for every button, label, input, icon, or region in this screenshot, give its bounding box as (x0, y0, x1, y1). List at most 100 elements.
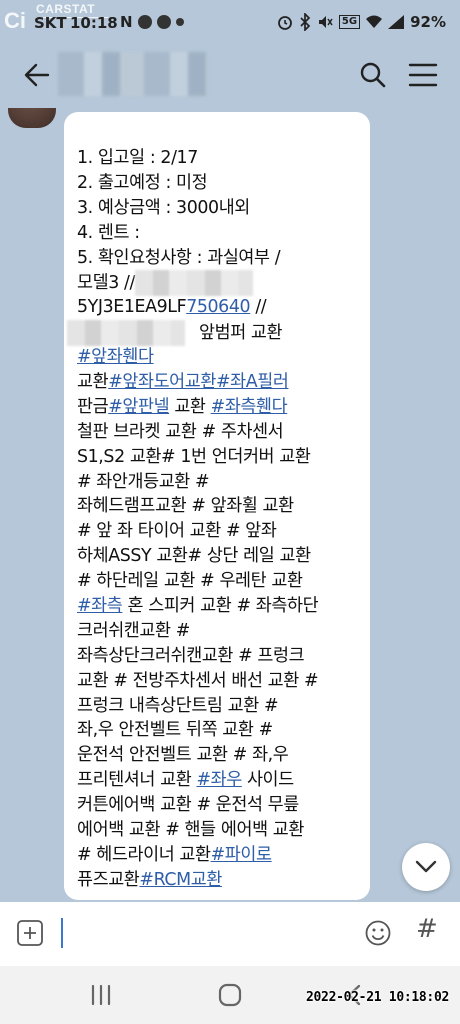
plus-icon[interactable] (16, 919, 44, 947)
search-icon[interactable] (358, 60, 388, 90)
chat-room-title-redacted (58, 52, 208, 96)
scroll-to-bottom-button[interactable] (402, 843, 450, 891)
message-text: 퓨즈교환 (77, 869, 140, 890)
message-text: 에어백 교환 # 핸들 에어백 교환 (77, 820, 305, 841)
message-line: S1,S2 교환# 1번 언더커버 교환 (77, 445, 360, 470)
message-line: 교환#앞좌도어교환#좌A필러 (77, 370, 360, 395)
number-link[interactable]: 750640 (186, 297, 250, 317)
message-text: 4. 렌트 : (77, 222, 140, 243)
more-dot-icon (176, 18, 184, 26)
message-line: 퓨즈교환#RCM교환 (77, 868, 360, 893)
hashtag-link[interactable]: #좌우 (196, 770, 242, 790)
text-caret (61, 918, 63, 948)
redacted-block (67, 320, 185, 347)
hashtag-link[interactable]: #앞좌도어교환#좌A필러 (108, 372, 289, 392)
talk-notification-icon (138, 15, 152, 29)
hashtag-link[interactable]: #좌측 (77, 596, 123, 616)
navigation-bar: 2022-02-21 10:18:02 (0, 966, 460, 1024)
message-line: 2. 출고예정 : 미정 (77, 171, 360, 196)
mute-icon (318, 16, 333, 28)
message-text: 1. 입고일 : 2/17 (77, 148, 198, 168)
hashtag-link[interactable]: #앞판넬 (108, 397, 169, 417)
message-text: 사이드 (241, 770, 294, 791)
message-line: 커튼에어백 교환 # 운전석 무릎 (77, 793, 360, 818)
message-text: 크러쉬캔교환 # (77, 620, 190, 641)
message-text: 3. 예상금액 : 3000내외 (77, 197, 250, 218)
message-line: 5YJ3E1EA9LF750640 // (77, 295, 360, 320)
back-arrow-icon[interactable] (22, 60, 52, 90)
message-text: 운전석 안전벨트 교환 # 좌,우 (77, 745, 289, 766)
chevron-down-icon (415, 860, 437, 873)
status-time: 10:18 (70, 14, 118, 32)
message-text: 교환 (169, 396, 211, 417)
menu-icon[interactable] (408, 62, 438, 88)
message-line: # 좌안개등교환 # (77, 470, 360, 495)
avatar[interactable] (8, 108, 56, 128)
message-line: 3. 예상금액 : 3000내외 (77, 196, 360, 221)
message-line: #좌측 혼 스피커 교환 # 좌측하단 (77, 594, 360, 619)
message-text: // (250, 297, 267, 318)
message-text: # 앞 좌 타이어 교환 # 앞좌 (77, 521, 277, 542)
network-badge: 5G (338, 15, 361, 29)
message-line: # 헤드라이너 교환#파이로 (77, 843, 360, 868)
message-line: 크러쉬캔교환 # (77, 619, 360, 644)
status-icons: 5G 92% (277, 13, 446, 31)
battery-percent: 92% (410, 13, 446, 31)
message-line: 철판 브라켓 교환 # 주차센서 (77, 420, 360, 445)
message-line: 모델3 // (77, 270, 360, 297)
message-text: 커튼에어백 교환 # 운전석 무릎 (77, 795, 299, 816)
message-text: 5YJ3E1EA9LF (77, 297, 187, 318)
message-line: 앞범퍼 교환 (67, 320, 360, 347)
message-text: 철판 브라켓 교환 # 주차센서 (77, 421, 284, 442)
message-text: 하체ASSY 교환# 상단 레일 교환 (77, 546, 311, 567)
chat-header (0, 44, 460, 108)
message-line: 운전석 안전벨트 교환 # 좌,우 (77, 743, 360, 768)
message-bubble[interactable]: 1. 입고일 : 2/17 2. 출고예정 : 미정 3. 예상금액 : 3000내… (64, 112, 370, 900)
hashtag-link[interactable]: #파이로 (211, 845, 272, 865)
message-line: 5. 확인요청사항 : 과실여부 / (77, 246, 360, 271)
message-input-bar: # (0, 902, 460, 966)
message-text: 5. 확인요청사항 : 과실여부 / (77, 247, 281, 268)
hashtag-link[interactable]: #RCM교환 (139, 870, 222, 890)
bluetooth-icon (300, 13, 311, 31)
hashtag-button[interactable]: # (416, 914, 438, 944)
message-line: # 하단레일 교환 # 우레탄 교환 (77, 569, 360, 594)
message-text: 교환 # 전방주차센서 배선 교환 # (77, 670, 319, 691)
emoji-icon[interactable] (364, 919, 392, 947)
message-text: 혼 스피커 교환 # 좌측하단 (122, 596, 319, 617)
message-text: 모델3 // (77, 273, 135, 294)
message-line: 하체ASSY 교환# 상단 레일 교환 (77, 544, 360, 569)
message-text: 2. 출고예정 : 미정 (77, 172, 208, 193)
recent-apps-icon[interactable] (88, 984, 114, 1006)
hashtag-link[interactable]: #좌측휀다 (211, 397, 288, 417)
message-input[interactable] (66, 916, 346, 950)
message-text: 교환 (77, 372, 109, 393)
message-text: 좌측상단크러쉬캔교환 # 프렁크 (77, 645, 305, 666)
message-line: 좌측상단크러쉬캔교환 # 프렁크 (77, 644, 360, 669)
chat-bubble-icon (157, 15, 171, 29)
message-line: 판금#앞판넬 교환 #좌측휀다 (77, 395, 360, 420)
watermark-logo: Ci (4, 8, 26, 33)
hashtag-link[interactable]: #앞좌휀다 (77, 347, 154, 367)
message-text: 좌,우 안전벨트 뒤쪽 교환 # (77, 720, 273, 741)
n-notification-icon: N (120, 13, 133, 31)
message-text: # 헤드라이너 교환 (77, 844, 211, 865)
capture-timestamp: 2022-02-21 10:18:02 (306, 990, 450, 1005)
message-line: # 앞 좌 타이어 교환 # 앞좌 (77, 519, 360, 544)
message-text: 좌헤드램프교환 # 앞좌휠 교환 (77, 496, 294, 517)
message-line: #앞좌휀다 (77, 345, 360, 370)
message-text: # 좌안개등교환 # (77, 471, 210, 492)
home-icon[interactable] (218, 983, 242, 1007)
message-line: 1. 입고일 : 2/17 (77, 146, 360, 171)
message-text: 판금 (77, 396, 109, 417)
wifi-icon (366, 15, 383, 28)
message-line: 프리텐셔너 교환 #좌우 사이드 (77, 768, 360, 793)
message-line: 좌,우 안전벨트 뒤쪽 교환 # (77, 718, 360, 743)
message-text: # 하단레일 교환 # 우레탄 교환 (77, 571, 303, 592)
message-line: 프렁크 내측상단트림 교환 # (77, 694, 360, 719)
message-line: 4. 렌트 : (77, 221, 360, 246)
chat-area[interactable]: 1. 입고일 : 2/17 2. 출고예정 : 미정 3. 예상금액 : 3000내… (0, 108, 460, 902)
carrier-label: SKT (34, 14, 67, 32)
message-text: 프렁크 내측상단트림 교환 # (77, 695, 279, 716)
message-line: 교환 # 전방주차센서 배선 교환 # (77, 669, 360, 694)
